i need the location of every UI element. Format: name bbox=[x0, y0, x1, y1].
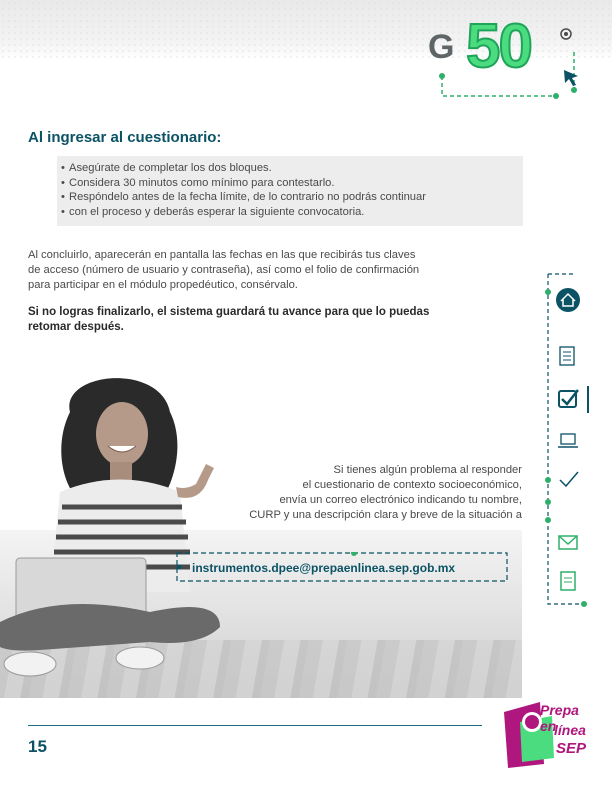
list-icon[interactable] bbox=[559, 346, 575, 366]
document-icon[interactable] bbox=[560, 571, 576, 591]
instruction-item-continued: con el proceso y deberás esperar la sigu… bbox=[61, 205, 523, 220]
help-line: CURP y una descripción clara y breve de … bbox=[249, 509, 522, 521]
note-line: Si no logras finalizarlo, el sistema gua… bbox=[28, 306, 430, 318]
note-line: retomar después. bbox=[28, 321, 124, 333]
section-title: Al ingresar al cuestionario: bbox=[28, 129, 222, 146]
logo-line-2: línea bbox=[554, 722, 586, 738]
g50-logo: G 50 bbox=[426, 12, 586, 100]
paragraph-line: Al concluirlo, aparecerán en pantalla la… bbox=[28, 249, 416, 261]
envelope-icon[interactable] bbox=[558, 535, 578, 550]
save-progress-note: Si no logras finalizarlo, el sistema gua… bbox=[28, 305, 508, 335]
checkmark-icon[interactable] bbox=[559, 471, 579, 488]
instruction-item: Considera 30 minutos como mínimo para co… bbox=[61, 176, 523, 191]
pin-icon bbox=[176, 564, 182, 570]
help-text: Si tienes algún problema al responder el… bbox=[180, 463, 522, 523]
laptop-icon[interactable] bbox=[558, 433, 578, 448]
checkbox-icon[interactable] bbox=[558, 386, 589, 413]
help-line: envía un correo electrónico indicando tu… bbox=[279, 494, 522, 506]
logo-number: 50 bbox=[465, 12, 534, 81]
page-number: 15 bbox=[28, 737, 47, 756]
paragraph-line: para participar en el módulo propedéutic… bbox=[28, 279, 298, 291]
email-link[interactable]: instrumentos.dpee@prepaenlinea.sep.gob.m… bbox=[192, 561, 455, 575]
instructions-box: Asegúrate de completar los dos bloques. … bbox=[57, 156, 523, 226]
instruction-continuation: con el proceso y deberás esperar la sigu… bbox=[69, 205, 365, 218]
instructions-list: Asegúrate de completar los dos bloques. … bbox=[57, 156, 523, 219]
help-line: el cuestionario de contexto socioeconómi… bbox=[302, 479, 522, 491]
instruction-item: Respóndelo antes de la fecha límite, de … bbox=[61, 190, 523, 205]
paragraph-line: de acceso (número de usuario y contraseñ… bbox=[28, 264, 420, 276]
logo-letter: G bbox=[428, 28, 455, 66]
footer-divider bbox=[28, 725, 482, 726]
prepa-en-linea-logo: Prepa en línea SEP bbox=[500, 698, 596, 770]
side-nav bbox=[545, 273, 589, 607]
logo-line-3: SEP bbox=[556, 740, 587, 757]
conclusion-paragraph: Al concluirlo, aparecerán en pantalla la… bbox=[28, 248, 508, 293]
instruction-item: Asegúrate de completar los dos bloques. bbox=[61, 161, 523, 176]
help-line: Si tienes algún problema al responder bbox=[333, 464, 522, 476]
home-icon[interactable] bbox=[556, 288, 580, 312]
student-photo bbox=[0, 378, 220, 677]
cursor-icon bbox=[564, 70, 578, 86]
